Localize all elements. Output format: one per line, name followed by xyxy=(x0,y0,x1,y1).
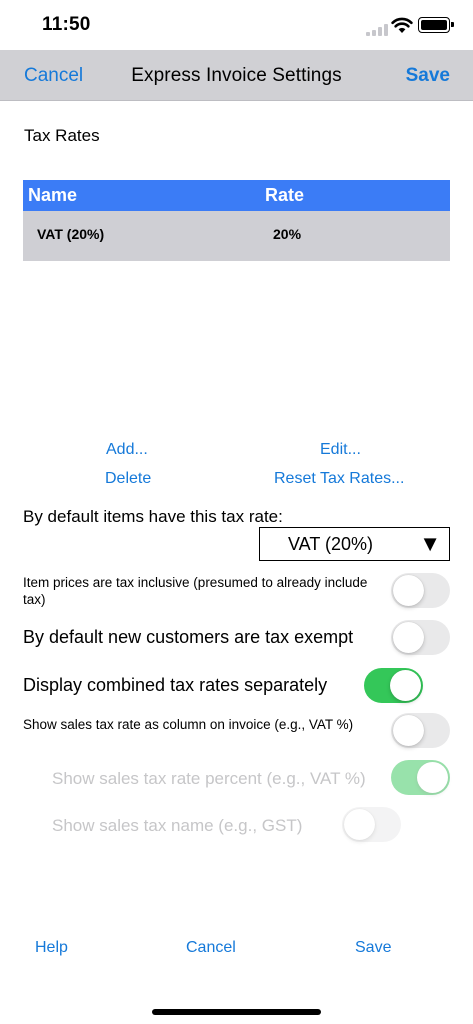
add-tax-rate-button[interactable]: Add... xyxy=(106,441,148,459)
delete-tax-rate-button[interactable]: Delete xyxy=(105,470,151,488)
tax-inclusive-toggle[interactable] xyxy=(391,573,450,608)
default-tax-rate-select[interactable]: VAT (20%) ▼ xyxy=(259,527,450,561)
tax-percent-toggle[interactable] xyxy=(391,760,450,795)
tax-rates-heading: Tax Rates xyxy=(24,126,100,145)
column-header-rate: Rate xyxy=(265,185,305,205)
status-time: 11:50 xyxy=(42,14,91,35)
wifi-icon xyxy=(391,16,413,34)
tax-column-label: Show sales tax rate as column on invoice… xyxy=(23,717,354,732)
tax-name-toggle[interactable] xyxy=(342,807,401,842)
tax-inclusive-label: Item prices are tax inclusive (presumed … xyxy=(23,575,368,607)
combined-tax-rates-label: Display combined tax rates separately xyxy=(23,675,328,695)
tax-percent-label: Show sales tax rate percent (e.g., VAT %… xyxy=(52,769,366,788)
table-row[interactable]: VAT (20%) 20% xyxy=(23,211,450,261)
edit-tax-rate-button[interactable]: Edit... xyxy=(320,441,361,459)
selected-tax-rate: VAT (20%) xyxy=(288,534,374,554)
home-indicator xyxy=(152,1009,321,1015)
nav-cancel-button[interactable]: Cancel xyxy=(24,65,83,87)
row-name-cell: VAT (20%) xyxy=(37,226,105,242)
footer-save-button[interactable]: Save xyxy=(355,939,391,957)
column-header-name: Name xyxy=(28,185,78,205)
tax-name-label: Show sales tax name (e.g., GST) xyxy=(52,816,303,835)
dropdown-arrow-icon: ▼ xyxy=(419,531,441,556)
tax-exempt-label: By default new customers are tax exempt xyxy=(23,627,354,647)
cellular-signal-icon xyxy=(366,24,388,36)
help-button[interactable]: Help xyxy=(35,939,68,957)
tax-rates-table: Name Rate VAT (20%) 20% xyxy=(23,180,450,261)
nav-save-button[interactable]: Save xyxy=(406,65,450,87)
tax-column-toggle[interactable] xyxy=(391,713,450,748)
combined-tax-rates-toggle[interactable] xyxy=(364,668,423,703)
status-bar: 11:50 xyxy=(0,0,473,50)
default-tax-rate-label: By default items have this tax rate: xyxy=(23,507,283,526)
reset-tax-rates-button[interactable]: Reset Tax Rates... xyxy=(274,470,404,488)
battery-icon xyxy=(418,17,454,33)
footer-cancel-button[interactable]: Cancel xyxy=(186,939,236,957)
tax-exempt-toggle[interactable] xyxy=(391,620,450,655)
table-header: Name Rate xyxy=(23,180,450,211)
navigation-bar: Express Invoice Settings Cancel Save xyxy=(0,50,473,101)
row-rate-cell: 20% xyxy=(273,226,302,242)
